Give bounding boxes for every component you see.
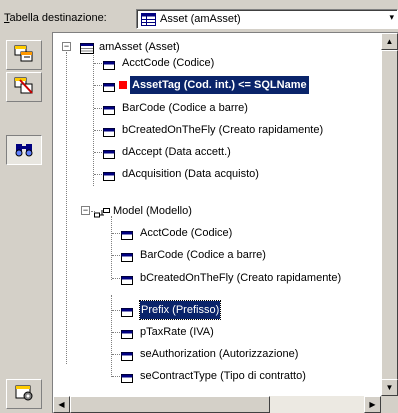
tree-connector [111, 295, 112, 377]
field-icon [121, 349, 133, 367]
chevron-down-icon[interactable]: ▾ [389, 12, 394, 23]
field-icon [121, 250, 133, 268]
field-icon [103, 125, 115, 143]
field-icon [103, 103, 115, 121]
target-table-select[interactable]: Asset (amAsset) ▾ [136, 9, 398, 29]
field-icon [103, 169, 115, 187]
field-icon [121, 228, 133, 246]
table-remove-icon [14, 77, 34, 98]
header: Tabella destinazione: Asset (amAsset) ▾ [0, 0, 398, 32]
field-tree-panel: − amAsset (Asset) AcctCode (Codice) Asse… [52, 32, 398, 413]
remove-field-button[interactable] [6, 72, 42, 102]
table-add-icon [14, 45, 34, 66]
field-icon [103, 58, 115, 76]
toolbar [0, 32, 52, 413]
horizontal-scrollbar[interactable]: ◀ ▶ [53, 396, 381, 413]
vertical-scrollbar[interactable]: ▲ ▼ [381, 33, 398, 396]
scroll-right-button[interactable]: ▶ [364, 396, 381, 413]
scroll-left-button[interactable]: ◀ [53, 396, 70, 413]
horizontal-scroll-thumb[interactable] [70, 396, 270, 413]
table-icon [141, 13, 156, 28]
field-icon [121, 305, 133, 323]
binoculars-icon [14, 141, 34, 160]
scrollbar-corner [381, 396, 398, 413]
options-button[interactable] [6, 379, 42, 409]
field-tree: − amAsset (Asset) AcctCode (Codice) Asse… [53, 33, 381, 396]
settings-icon [14, 384, 34, 405]
field-icon [103, 147, 115, 165]
collapse-root-toggle[interactable]: − [62, 42, 71, 51]
target-table-value: Asset (amAsset) [160, 13, 241, 25]
scroll-up-button[interactable]: ▲ [381, 33, 398, 50]
add-field-button[interactable] [6, 40, 42, 70]
field-icon [121, 273, 133, 291]
field-icon [121, 327, 133, 345]
collapse-model-toggle[interactable]: − [81, 206, 90, 215]
table-icon [80, 42, 94, 60]
tree-connector [111, 216, 112, 280]
target-table-label: Tabella destinazione: [4, 12, 107, 24]
tree-connector [66, 52, 67, 364]
tree-connector [93, 53, 94, 186]
mapped-field-icon [103, 80, 115, 98]
scroll-down-button[interactable]: ▼ [381, 379, 398, 396]
mapped-marker-icon [119, 81, 127, 89]
link-icon [94, 206, 110, 224]
find-button[interactable] [6, 135, 42, 165]
field-icon [121, 371, 133, 389]
vertical-scroll-thumb[interactable] [381, 50, 398, 380]
